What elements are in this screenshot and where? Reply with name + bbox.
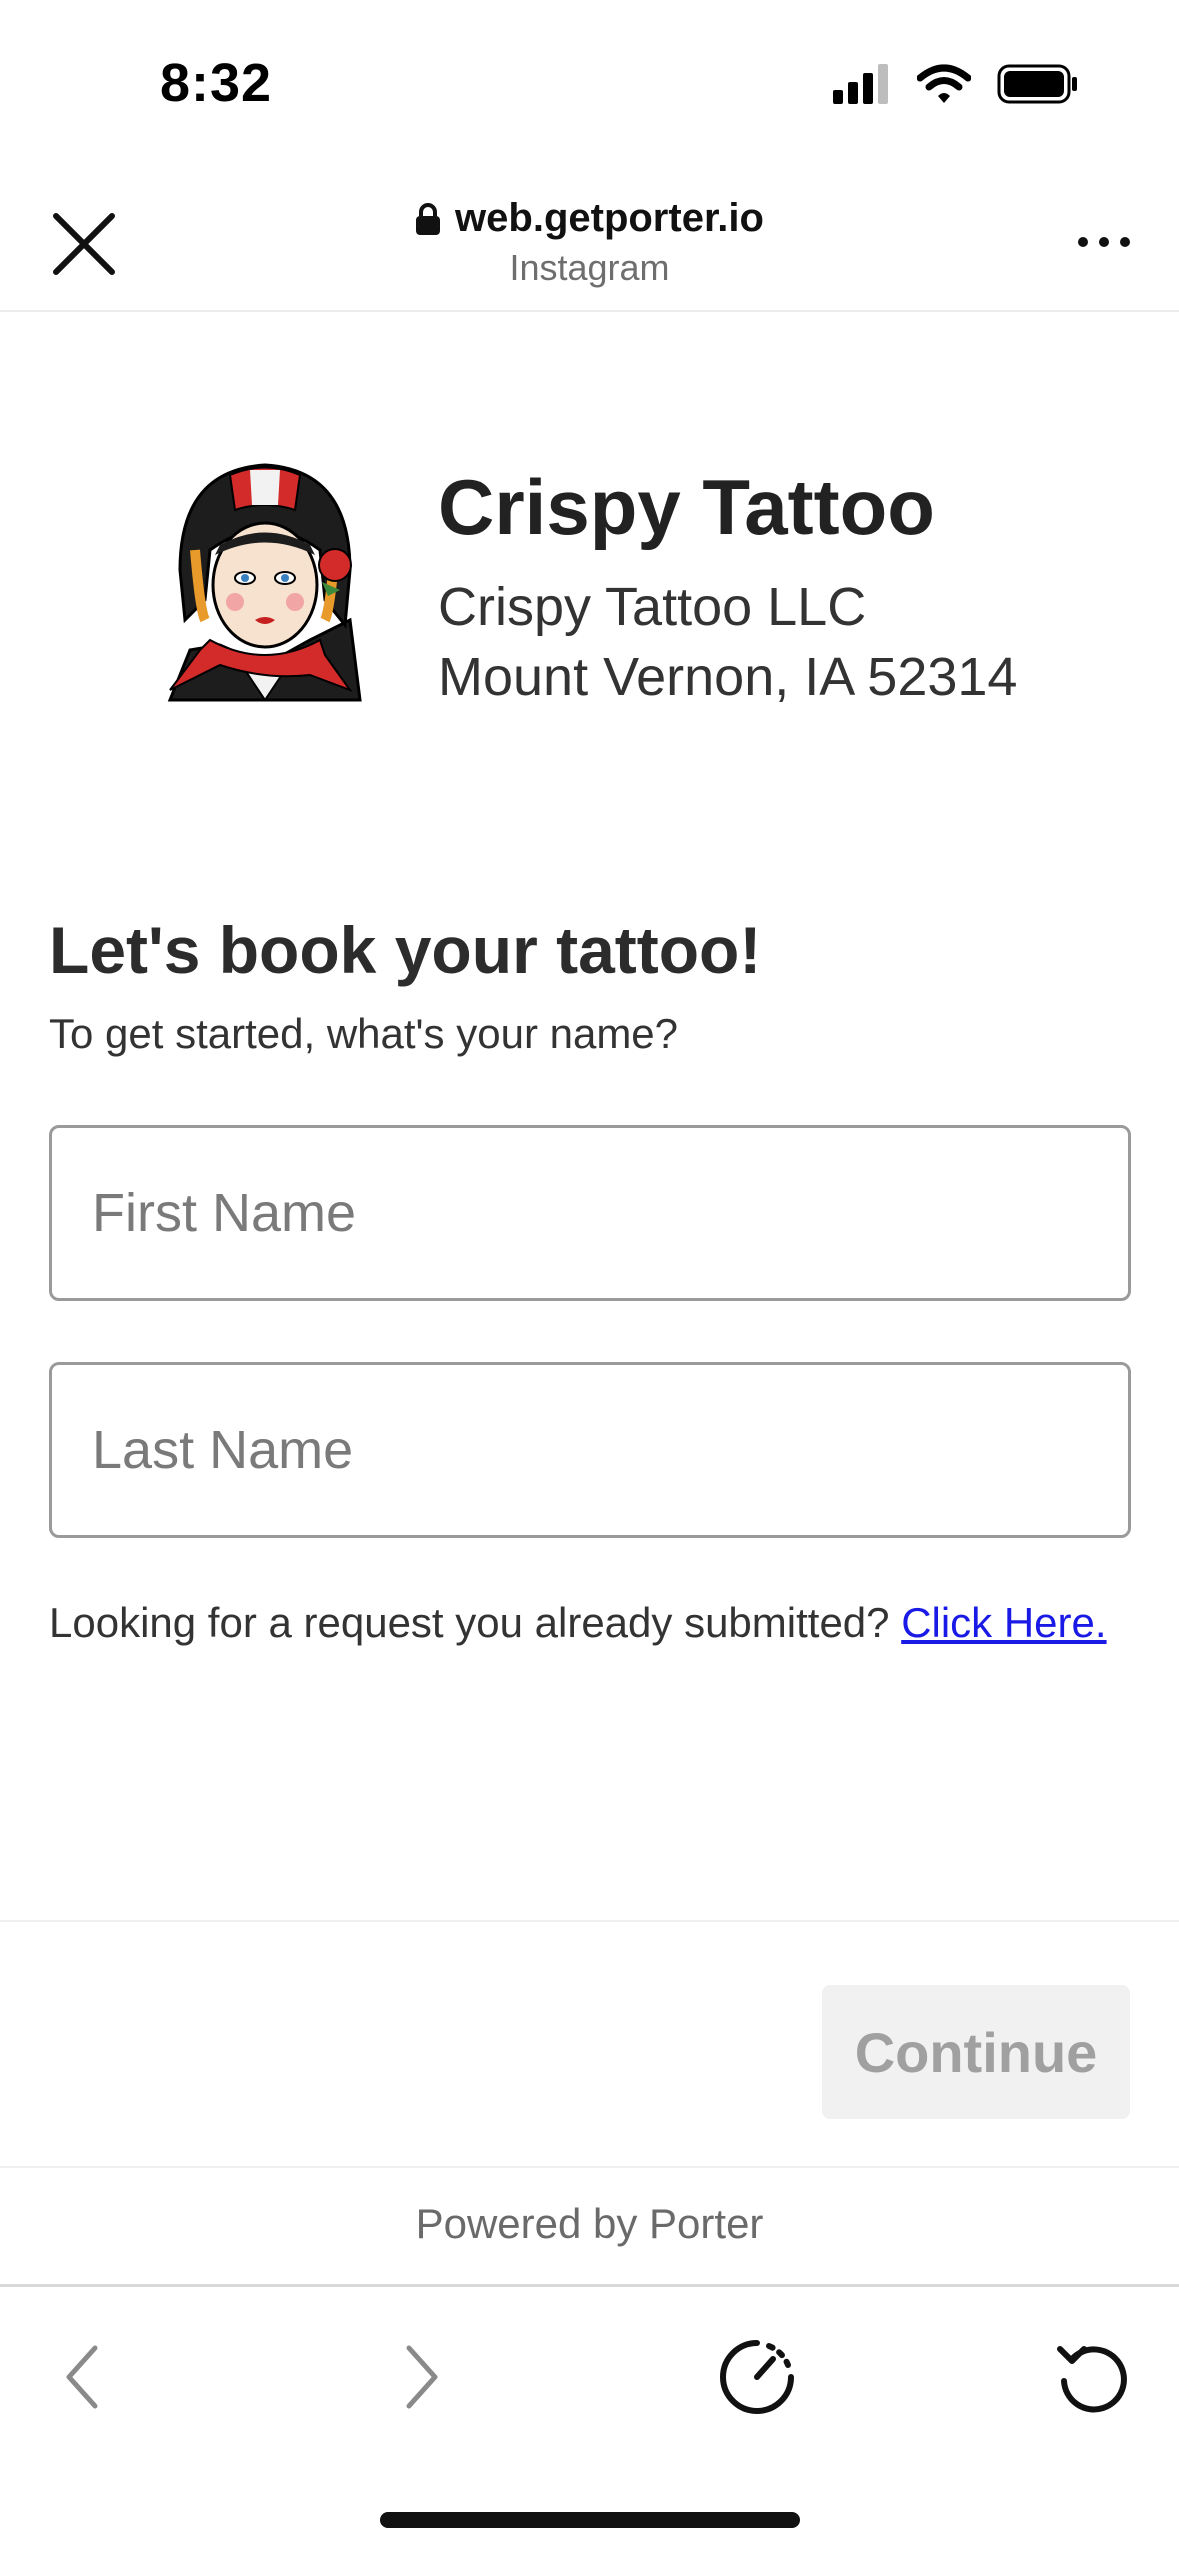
- battery-icon: [997, 64, 1077, 104]
- forward-button[interactable]: [382, 2337, 462, 2417]
- business-logo: [150, 450, 380, 710]
- divider: [0, 1920, 1179, 1922]
- lock-icon: [416, 202, 441, 235]
- first-name-input[interactable]: [49, 1125, 1131, 1301]
- lookup-text: Looking for a request you already submit…: [49, 1599, 902, 1646]
- business-legal-name: Crispy Tattoo LLC: [438, 577, 867, 637]
- status-time: 8:32: [160, 53, 273, 113]
- url-text: web.getporter.io: [455, 196, 764, 240]
- status-bar: 8:32: [0, 0, 1179, 170]
- url-line: web.getporter.io: [415, 196, 764, 241]
- lookup-link[interactable]: Click Here.: [901, 1599, 1106, 1646]
- speed-button[interactable]: [717, 2337, 797, 2417]
- reload-button[interactable]: [1052, 2337, 1132, 2417]
- last-name-input[interactable]: [49, 1362, 1131, 1538]
- more-icon: [1078, 237, 1130, 247]
- form-heading: Let's book your tattoo!: [49, 913, 762, 987]
- browser-header: web.getporter.io Instagram: [0, 170, 1179, 312]
- form-subheading: To get started, what's your name?: [49, 1010, 679, 1057]
- powered-by-label: Powered by Porter: [415, 2200, 764, 2247]
- forward-icon: [406, 2345, 438, 2409]
- business-details: Crispy Tattoo LLC Mount Vernon, IA 52314: [438, 572, 1017, 712]
- lookup-prompt: Looking for a request you already submit…: [49, 1596, 1149, 1650]
- source-label: Instagram: [509, 247, 670, 288]
- divider: [0, 2166, 1179, 2168]
- wifi-icon: [917, 64, 971, 103]
- business-name: Crispy Tattoo: [438, 463, 935, 551]
- reload-icon: [1057, 2346, 1127, 2413]
- back-icon: [66, 2345, 98, 2409]
- tattoo-girl-logo-image: [167, 463, 362, 702]
- more-button[interactable]: [1069, 222, 1139, 262]
- address-bar[interactable]: web.getporter.io Instagram: [0, 196, 1179, 289]
- screen: 8:32 web.getporter.io Instagram Crispy T…: [0, 0, 1179, 2556]
- back-button[interactable]: [42, 2337, 122, 2417]
- cellular-signal-icon: [833, 64, 888, 104]
- speed-icon: [720, 2340, 794, 2414]
- status-icons: [833, 64, 1079, 104]
- home-indicator: [380, 2512, 800, 2528]
- business-location: Mount Vernon, IA 52314: [438, 647, 1018, 707]
- continue-button[interactable]: Continue: [822, 1985, 1130, 2119]
